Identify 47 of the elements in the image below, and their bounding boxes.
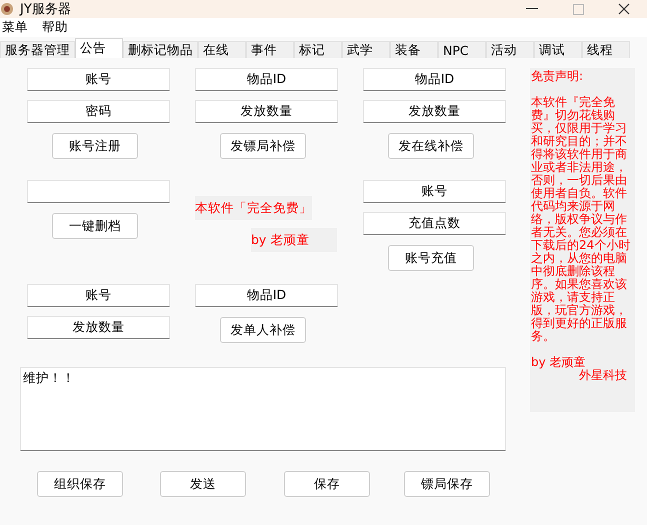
tab[interactable]: 删标记物品 [123,41,198,58]
tab[interactable]: 线程 [582,41,630,58]
tab[interactable]: 活动 [486,41,534,58]
save-button[interactable]: 镖局保存 [404,471,490,497]
company-text: 外星科技 [578,369,628,382]
menu-item[interactable]: 帮助 [42,19,68,36]
text-field[interactable]: 物品ID [195,68,338,91]
disclaimer-text: 本软件『完全免费』切勿花钱购买，仅限用于学习和研究目的；并不得将该软件用于商业或者非法用途，否则，一切后果由使用者自负。软件代码均来源于网络，版权争议与作者无关。您必须在下载后的24个小时之内，从您的电脑中彻底删除该程序。如果您喜欢该游戏，请支持正版，玩官方游戏，得到更好的正版服务。 [531,96,632,343]
action-button[interactable]: 发在线补偿 [388,133,474,159]
window-title: JY服务器 [20,1,72,18]
text-field[interactable]: 发放数量 [363,100,506,123]
tab[interactable]: 服务器管理 [0,41,75,58]
save-button[interactable]: 组织保存 [37,471,123,497]
save-button[interactable]: 发送 [160,471,246,497]
action-button[interactable]: 账号充值 [388,245,474,271]
close-icon[interactable] [618,3,630,15]
tab[interactable]: 标记 [294,41,342,58]
tab[interactable]: NPC [438,41,486,58]
text-field[interactable]: 账号 [27,68,170,91]
text-field[interactable]: 账号 [363,180,506,203]
action-button[interactable]: 发单人补偿 [220,317,306,343]
tab[interactable]: 公告 [75,38,123,58]
text-field[interactable]: 物品ID [363,68,506,91]
text-field[interactable]: 密码 [27,100,170,123]
text-field[interactable] [27,180,170,203]
tab[interactable]: 武学 [342,41,390,58]
notice-label: 本软件「完全免费」 [195,196,312,220]
action-button[interactable]: 发镖局补偿 [220,133,306,159]
text-field[interactable]: 物品ID [195,284,338,307]
minimize-icon[interactable] [526,8,538,10]
tab[interactable]: 在线 [198,41,246,58]
disclaimer-title: 免责声明: [531,70,584,83]
tab[interactable]: 事件 [246,41,294,58]
action-button[interactable]: 账号注册 [52,133,138,159]
text-field[interactable]: 发放数量 [27,316,170,339]
app-icon [0,2,14,16]
notice-text-area[interactable]: 维护！！ [20,367,506,451]
save-button[interactable]: 保存 [284,471,370,497]
author-text: by 老顽童 [531,356,587,369]
text-field[interactable]: 充值点数 [363,212,506,235]
notice-label: by 老顽童 [251,228,338,252]
text-field[interactable]: 账号 [27,284,170,307]
action-button[interactable]: 一键删档 [52,213,138,239]
text-field[interactable]: 发放数量 [195,100,338,123]
menu-item[interactable]: 菜单 [2,19,28,36]
tab[interactable]: 装备 [390,41,438,58]
tab[interactable]: 调试 [534,41,582,58]
